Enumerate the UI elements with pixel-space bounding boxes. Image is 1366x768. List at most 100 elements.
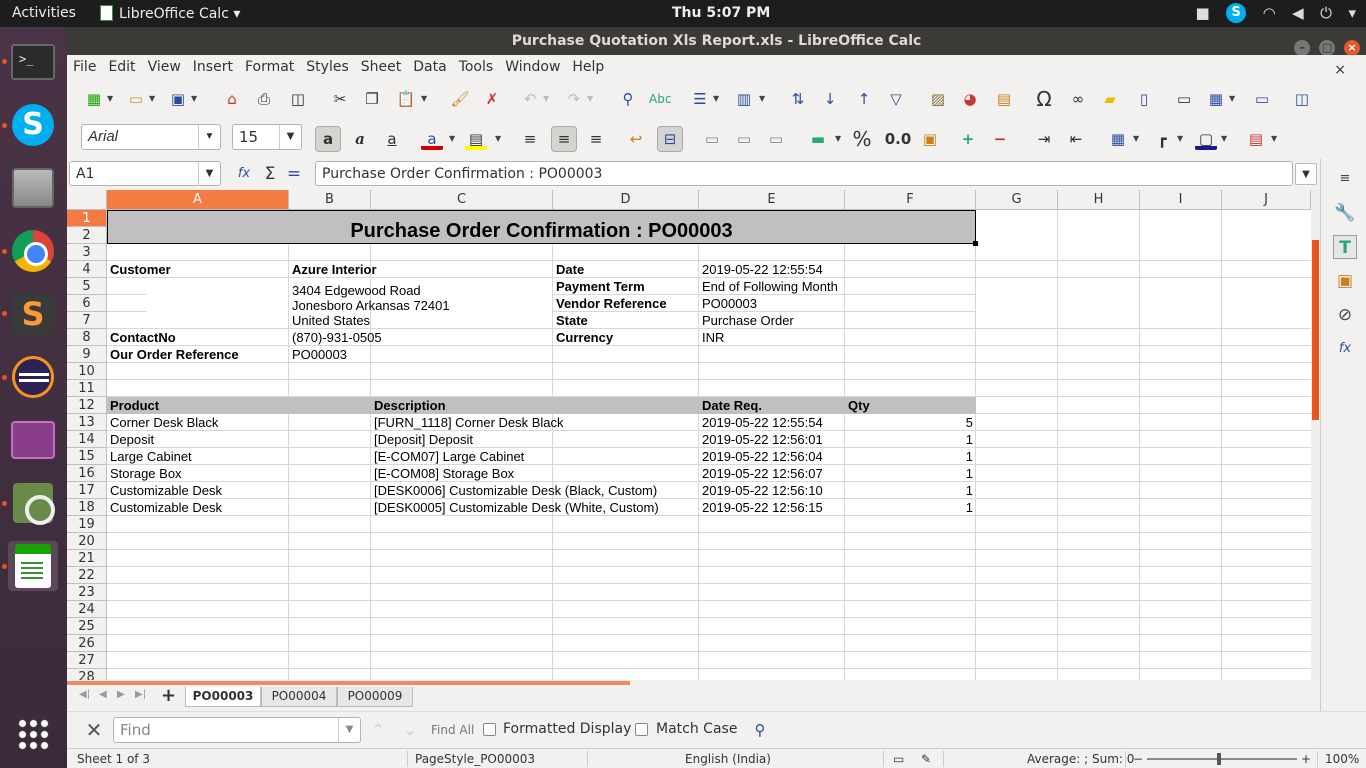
row-header-28[interactable]: 28 [67,669,107,680]
show-apps-button[interactable] [8,709,58,759]
paste-icon[interactable]: 📋 [395,88,417,110]
split-window-icon[interactable]: ▭ [1251,88,1273,110]
row-dropdown[interactable]: ▼ [713,88,721,110]
row-header-16[interactable]: 16 [67,465,107,482]
line-date[interactable]: 2019-05-22 12:56:10 [699,483,823,498]
header-qty[interactable]: Qty [845,398,870,413]
order-ref-label[interactable]: Our Order Reference [107,347,239,362]
border-style-dropdown[interactable]: ▼ [1177,128,1185,150]
row-header-1[interactable]: 1 [67,210,107,227]
freeze-dropdown[interactable]: ▼ [1229,88,1237,110]
fill-handle[interactable] [973,241,978,246]
find-previous-icon[interactable]: ⌃ [367,719,389,741]
redo-icon[interactable]: ↷ [563,88,585,110]
line-product[interactable]: Large Cabinet [107,449,192,464]
header-footer-icon[interactable]: ▯ [1133,88,1155,110]
column-header-d[interactable]: D [553,190,699,210]
borders-icon[interactable]: ▦ [1107,128,1129,150]
date-value[interactable]: 2019-05-22 12:55:54 [699,262,823,277]
menu-sheet[interactable]: Sheet [355,55,407,75]
line-date[interactable]: 2019-05-22 12:55:54 [699,415,823,430]
font-size-combo[interactable]: 15 ▼ [232,124,302,150]
find-input[interactable]: Find ▼ [113,717,361,743]
page-style[interactable]: PageStyle_PO00003 [415,752,535,766]
center-vertically-icon[interactable]: ▭ [733,128,755,150]
currency-value[interactable]: INR [699,330,724,345]
currency-dropdown[interactable]: ▼ [835,128,843,150]
merge-center-icon[interactable]: ⊟ [657,126,683,152]
save-icon[interactable]: ▣ [167,88,189,110]
new-dropdown[interactable]: ▼ [107,88,115,110]
wrap-text-icon[interactable]: ↩ [625,128,647,150]
line-date[interactable]: 2019-05-22 12:56:15 [699,500,823,515]
formula-input[interactable]: Purchase Order Confirmation : PO00003 [315,161,1293,186]
navigator-icon[interactable]: ⊘ [1333,303,1357,327]
sort-descending-icon[interactable]: ↓ [819,88,841,110]
bold-icon[interactable]: a [315,126,341,152]
print-preview-icon[interactable]: ◫ [287,88,309,110]
menu-window[interactable]: Window [499,55,566,75]
sublime-launcher[interactable]: S [8,289,58,339]
line-description[interactable]: [Deposit] Deposit [371,432,473,447]
row-header-4[interactable]: 4 [67,261,107,278]
border-color-icon[interactable]: ▢ [1195,128,1217,150]
add-sheet-icon[interactable]: + [161,685,176,706]
copy-icon[interactable]: ❐ [361,88,383,110]
border-style-icon[interactable]: ┏ [1151,128,1173,150]
align-right-icon[interactable]: ≡ [585,128,607,150]
show-draw-functions-icon[interactable]: ◫ [1291,88,1313,110]
line-qty[interactable]: 1 [845,500,976,515]
delete-decimal-icon[interactable]: − [989,128,1011,150]
insert-chart-icon[interactable]: ◕ [959,88,981,110]
date-label[interactable]: Date [553,262,584,277]
eclipse-launcher[interactable] [8,352,58,402]
row-header-7[interactable]: 7 [67,312,107,329]
line-description[interactable]: [DESK0006] Customizable Desk (Black, Cus… [371,483,657,498]
skype-tray-icon[interactable]: S [1226,3,1247,23]
volume-icon[interactable]: ◀ [1292,4,1304,22]
cut-icon[interactable]: ✂ [329,88,351,110]
maximize-button[interactable]: □ [1319,40,1336,56]
find-replace-dialog-icon[interactable]: ⚲ [749,719,771,741]
italic-icon[interactable]: a [349,128,371,150]
zoom-slider-thumb[interactable] [1217,753,1221,765]
row-header-13[interactable]: 13 [67,414,107,431]
redo-dropdown[interactable]: ▼ [587,88,595,110]
menu-insert[interactable]: Insert [187,55,239,75]
new-icon[interactable]: ▦ [83,88,105,110]
row-icon[interactable]: ☰ [689,88,711,110]
column-header-c[interactable]: C [371,190,553,210]
skype-launcher[interactable]: S [8,100,58,150]
sheet-tab-po00009[interactable]: PO00009 [337,687,413,707]
line-date[interactable]: 2019-05-22 12:56:01 [699,432,823,447]
open-dropdown[interactable]: ▼ [149,88,157,110]
font-name-combo[interactable]: Arial ▼ [81,124,221,150]
state-label[interactable]: State [553,313,588,328]
terminal-launcher[interactable]: >_ [8,37,58,87]
activities-button[interactable]: Activities [12,5,76,21]
sort-ascending-icon[interactable]: ↑ [853,88,875,110]
column-header-e[interactable]: E [699,190,845,210]
header-description[interactable]: Description [371,398,446,413]
match-case-checkbox[interactable] [635,723,648,736]
contact-label[interactable]: ContactNo [107,330,176,345]
first-sheet-icon[interactable]: ◀| [79,689,90,700]
freeze-rows-icon[interactable]: ▦ [1205,88,1227,110]
row-header-17[interactable]: 17 [67,482,107,499]
system-tray[interactable]: ■ S ◠ ◀ ⏻ ▾ [1184,3,1356,25]
find-all-button[interactable]: Find All [431,723,474,737]
order-ref-value[interactable]: PO00003 [289,347,347,362]
align-bottom-icon[interactable]: ▭ [765,128,787,150]
column-header-h[interactable]: H [1058,190,1140,210]
sidebar-menu-icon[interactable]: ≡ [1333,167,1357,191]
align-center-icon[interactable]: ≡ [551,126,577,152]
files-launcher[interactable] [8,163,58,213]
column-header-i[interactable]: I [1140,190,1222,210]
contact-value[interactable]: (870)-931-0505 [289,330,382,345]
special-character-icon[interactable]: Ω [1033,88,1055,110]
select-all-corner[interactable] [67,190,107,210]
currency-label[interactable]: Currency [553,330,613,345]
highlight-icon[interactable]: ▤ [465,128,487,150]
row-header-23[interactable]: 23 [67,584,107,601]
row-header-10[interactable]: 10 [67,363,107,380]
